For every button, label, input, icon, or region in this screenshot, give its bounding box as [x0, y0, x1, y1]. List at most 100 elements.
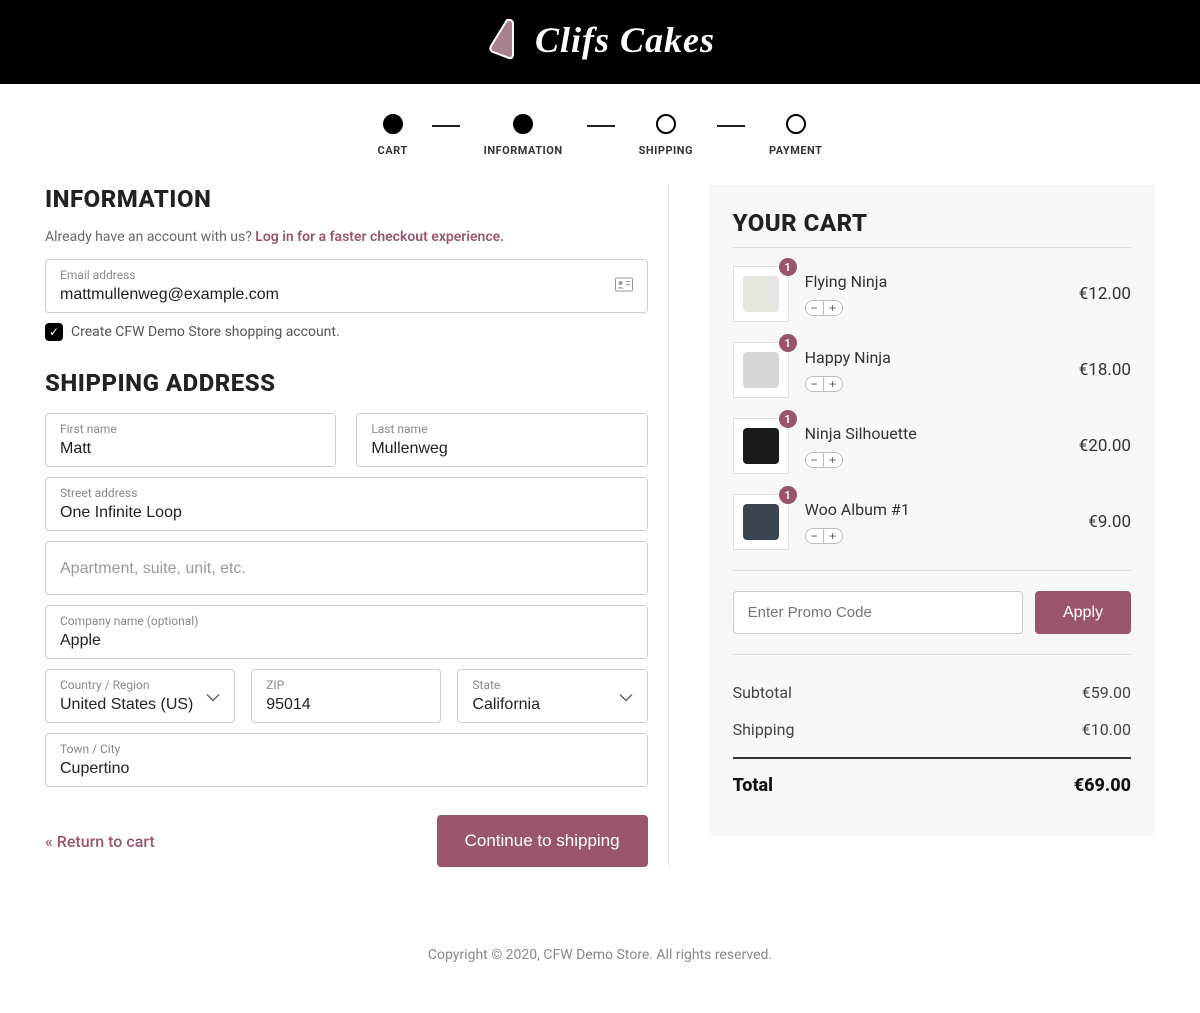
- country-select[interactable]: [60, 696, 220, 714]
- qty-stepper: − +: [805, 452, 843, 468]
- qty-badge: 1: [779, 334, 797, 352]
- shipping-heading: SHIPPING ADDRESS: [45, 369, 648, 397]
- street-field-wrap[interactable]: Street address: [45, 477, 648, 531]
- step-payment[interactable]: PAYMENT: [769, 114, 822, 157]
- promo-code-input[interactable]: [733, 591, 1023, 634]
- shipping-label: Shipping: [733, 720, 795, 739]
- company-field[interactable]: [60, 632, 633, 650]
- total-label: Total: [733, 775, 773, 796]
- step-separator: [432, 125, 460, 127]
- city-field[interactable]: [60, 760, 633, 778]
- subtotal-label: Subtotal: [733, 683, 792, 702]
- item-name: Happy Ninja: [805, 348, 1063, 367]
- item-thumb-wrap: 1: [733, 266, 789, 322]
- qty-stepper: − +: [805, 376, 843, 392]
- qty-increase-button[interactable]: +: [824, 377, 842, 391]
- item-name: Ninja Silhouette: [805, 424, 1063, 443]
- checkbox-checked-icon: ✓: [45, 323, 63, 341]
- item-name: Flying Ninja: [805, 272, 1063, 291]
- create-account-checkbox[interactable]: ✓ Create CFW Demo Store shopping account…: [45, 323, 648, 341]
- cart-item: 1 Woo Album #1 − + €9.00: [733, 494, 1131, 550]
- email-label: Email address: [60, 268, 633, 282]
- street-field[interactable]: [60, 504, 633, 522]
- step-dot-icon: [383, 114, 403, 134]
- account-prompt: Already have an account with us? Log in …: [45, 229, 648, 245]
- divider: [733, 247, 1131, 248]
- item-thumb: [733, 494, 789, 550]
- item-name: Woo Album #1: [805, 500, 1073, 519]
- step-separator: [587, 125, 615, 127]
- state-select-wrap[interactable]: State: [457, 669, 647, 723]
- step-information[interactable]: INFORMATION: [484, 114, 563, 157]
- qty-increase-button[interactable]: +: [824, 301, 842, 315]
- step-separator: [717, 125, 745, 127]
- state-select[interactable]: [472, 696, 632, 714]
- company-field-wrap[interactable]: Company name (optional): [45, 605, 648, 659]
- zip-field-wrap[interactable]: ZIP: [251, 669, 441, 723]
- cart-title: YOUR CART: [733, 209, 1131, 237]
- qty-stepper: − +: [805, 300, 843, 316]
- item-price: €12.00: [1079, 284, 1131, 304]
- apt-field-wrap[interactable]: [45, 541, 648, 595]
- first-name-field[interactable]: [60, 440, 321, 458]
- city-field-wrap[interactable]: Town / City: [45, 733, 648, 787]
- site-header: Clifs Cakes: [0, 0, 1200, 84]
- email-field-wrap[interactable]: Email address: [45, 259, 648, 313]
- email-field[interactable]: [60, 286, 633, 304]
- brand-name: Clifs Cakes: [535, 19, 715, 61]
- item-thumb-wrap: 1: [733, 342, 789, 398]
- cart-totals: Subtotal €59.00 Shipping €10.00 Total €6…: [733, 683, 1131, 796]
- qty-badge: 1: [779, 410, 797, 428]
- total-value: €69.00: [1074, 775, 1131, 796]
- contact-card-icon: [615, 277, 633, 296]
- item-thumb-wrap: 1: [733, 418, 789, 474]
- shipping-value: €10.00: [1082, 720, 1131, 739]
- logo-icon: [485, 18, 525, 62]
- create-account-label: Create CFW Demo Store shopping account.: [71, 324, 340, 340]
- item-thumb: [733, 418, 789, 474]
- apt-field[interactable]: [60, 560, 633, 578]
- site-logo[interactable]: Clifs Cakes: [485, 18, 715, 62]
- item-price: €20.00: [1079, 436, 1131, 456]
- return-to-cart-link[interactable]: « Return to cart: [45, 832, 155, 851]
- qty-decrease-button[interactable]: −: [806, 301, 824, 315]
- thumb-image: [743, 428, 779, 464]
- qty-increase-button[interactable]: +: [824, 529, 842, 543]
- step-cart[interactable]: CART: [378, 114, 408, 157]
- cart-item: 1 Flying Ninja − + €12.00: [733, 266, 1131, 322]
- first-name-field-wrap[interactable]: First name: [45, 413, 336, 467]
- item-price: €18.00: [1079, 360, 1131, 380]
- promo-row: Apply: [733, 570, 1131, 655]
- step-dot-icon: [656, 114, 676, 134]
- cart-summary-panel: YOUR CART 1 Flying Ninja − + €12.00 1 Ha…: [709, 185, 1155, 836]
- continue-to-shipping-button[interactable]: Continue to shipping: [437, 815, 648, 867]
- zip-field[interactable]: [266, 696, 426, 714]
- item-thumb-wrap: 1: [733, 494, 789, 550]
- qty-badge: 1: [779, 258, 797, 276]
- apply-promo-button[interactable]: Apply: [1035, 591, 1131, 634]
- step-dot-icon: [786, 114, 806, 134]
- footer-copyright: Copyright © 2020, CFW Demo Store. All ri…: [0, 917, 1200, 1013]
- qty-badge: 1: [779, 486, 797, 504]
- cart-item: 1 Happy Ninja − + €18.00: [733, 342, 1131, 398]
- qty-decrease-button[interactable]: −: [806, 529, 824, 543]
- step-dot-icon: [513, 114, 533, 134]
- qty-increase-button[interactable]: +: [824, 453, 842, 467]
- qty-stepper: − +: [805, 528, 843, 544]
- qty-decrease-button[interactable]: −: [806, 453, 824, 467]
- last-name-field[interactable]: [371, 440, 632, 458]
- cart-item: 1 Ninja Silhouette − + €20.00: [733, 418, 1131, 474]
- checkout-progress: CART INFORMATION SHIPPING PAYMENT: [0, 84, 1200, 185]
- subtotal-value: €59.00: [1082, 683, 1131, 702]
- login-link[interactable]: Log in for a faster checkout experience.: [255, 229, 504, 245]
- item-thumb: [733, 266, 789, 322]
- thumb-image: [743, 276, 779, 312]
- qty-decrease-button[interactable]: −: [806, 377, 824, 391]
- information-heading: INFORMATION: [45, 185, 648, 213]
- step-shipping[interactable]: SHIPPING: [639, 114, 693, 157]
- item-price: €9.00: [1088, 512, 1131, 532]
- thumb-image: [743, 352, 779, 388]
- item-thumb: [733, 342, 789, 398]
- country-select-wrap[interactable]: Country / Region: [45, 669, 235, 723]
- last-name-field-wrap[interactable]: Last name: [356, 413, 647, 467]
